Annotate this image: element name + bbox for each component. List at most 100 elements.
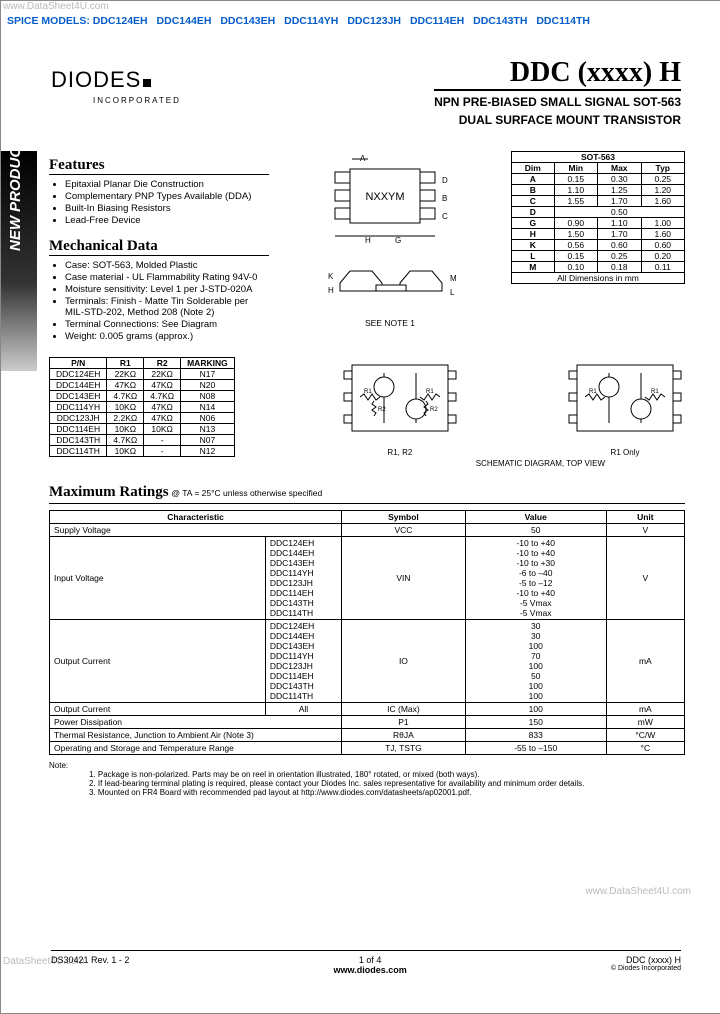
diodes-logo: DIODES [51,67,149,93]
mech-item: Weight: 0.005 grams (approx.) [65,331,269,342]
svg-text:R1: R1 [426,389,434,395]
max-ratings-heading: Maximum Ratings [49,484,169,501]
row-temp-val: -55 to –150 [465,742,606,755]
doc-part-title: DDC (xxxx) H [434,57,681,91]
row-power-sym: P1 [342,716,466,729]
row-input-unit: V [606,537,684,620]
row-outc-vals: 30301007010050100100 [465,620,606,703]
row-therm-val: 833 [465,729,606,742]
spice-model-link[interactable]: DDC123JH [347,15,401,27]
row-outc-char: Output Current [50,620,266,703]
footer-copyright: © Diodes Incorporated [611,965,681,972]
row-power-val: 150 [465,716,606,729]
features-list: Epitaxial Planar Die ConstructionComplem… [49,179,269,226]
row-supply-sym: VCC [342,524,466,537]
row-outc-sym: IO [342,620,466,703]
spice-model-link[interactable]: DDC143EH [220,15,275,27]
spice-models-line: SPICE MODELS: DDC124EH DDC144EH DDC143EH… [7,15,596,27]
row-outmax-unit: mA [606,703,684,716]
svg-text:D: D [442,176,448,185]
row-outmax-val: 100 [465,703,606,716]
svg-text:G: G [395,236,401,245]
max-ratings-conditions: @ TA = 25°C unless otherwise specified [171,488,322,498]
schematic-title: SCHEMATIC DIAGRAM, TOP VIEW [49,459,605,468]
svg-text:R1: R1 [651,389,659,395]
maximum-ratings-table: CharacteristicSymbolValueUnit Supply Vol… [49,510,685,755]
row-input-sym: VIN [342,537,466,620]
row-outmax-sym: IC (Max) [342,703,466,716]
spice-model-link[interactable]: DDC144EH [157,15,212,27]
spice-model-link[interactable]: DDC114YH [284,15,338,27]
mech-item: Case material - UL Flammability Rating 9… [65,272,269,283]
row-power-char: Power Dissipation [50,716,342,729]
note-item: 1. Package is non-polarized. Parts may b… [89,770,685,779]
row-temp-char: Operating and Storage and Temperature Ra… [50,742,342,755]
diodes-logo-sub: INCORPORATED [93,96,181,105]
row-outmax-sub: All [265,703,341,716]
footer-page-num: 1 of 4 [334,955,407,965]
notes-label: Note: [49,761,68,770]
svg-text:H: H [365,236,371,245]
row-input-vals: -10 to +40-10 to +40-10 to +30-6 to –40-… [465,537,606,620]
schematic-label-r1: R1 Only [565,448,685,457]
schematic-r1-only: R1 R1 [565,357,685,443]
features-heading: Features [49,157,269,175]
feature-item: Epitaxial Planar Die Construction [65,179,269,190]
feature-item: Complementary PNP Types Available (DDA) [65,191,269,202]
spice-model-link[interactable]: DDC114EH [410,15,464,27]
row-outc-unit: mA [606,620,684,703]
row-input-parts: DDC124EHDDC144EHDDC143EHDDC114YHDDC123JH… [265,537,341,620]
schematic-label-r1r2: R1, R2 [255,448,545,457]
row-input-char: Input Voltage [50,537,266,620]
dims-title: SOT-563 [512,152,685,163]
row-supply-val: 50 [465,524,606,537]
dimensions-table: SOT-563 DimMinMaxTyp A0.150.300.25B1.101… [511,151,685,284]
row-temp-unit: °C [606,742,684,755]
doc-title-block: DDC (xxxx) H NPN PRE-BIASED SMALL SIGNAL… [434,57,681,127]
svg-text:L: L [450,288,455,297]
doc-subtitle-1: NPN PRE-BIASED SMALL SIGNAL SOT-563 [434,95,681,109]
svg-text:R2: R2 [378,407,386,413]
svg-text:M: M [450,274,457,283]
see-note-1: SEE NOTE 1 [281,318,499,328]
mech-item: Case: SOT-563, Molded Plastic [65,260,269,271]
row-supply-unit: V [606,524,684,537]
row-outmax-char: Output Current [50,703,266,716]
feature-item: Lead-Free Device [65,215,269,226]
svg-text:K: K [328,272,334,281]
doc-subtitle-2: DUAL SURFACE MOUNT TRANSISTOR [434,113,681,127]
package-side-diagram: KH ML [310,253,470,313]
mech-item: Terminal Connections: See Diagram [65,319,269,330]
package-outline-diagram: NXXYM AD BC HG [310,151,470,251]
svg-text:C: C [442,212,448,221]
svg-text:R1: R1 [364,389,372,395]
row-temp-sym: TJ, TSTG [342,742,466,755]
row-outc-parts: DDC124EHDDC144EHDDC143EHDDC114YHDDC123JH… [265,620,341,703]
spice-label: SPICE MODELS: [7,15,90,27]
new-product-label: NEW PRODUCT [7,51,24,251]
svg-text:NXXYM: NXXYM [365,191,404,203]
watermark-url: www.DataSheet4U.com [3,1,109,12]
footer-url: www.diodes.com [334,965,407,975]
watermark-url-2: www.DataSheet4U.com [585,886,691,897]
svg-text:R2: R2 [430,407,438,413]
row-power-unit: mW [606,716,684,729]
spice-model-link[interactable]: DDC114TH [536,15,590,27]
mechanical-list: Case: SOT-563, Molded PlasticCase materi… [49,260,269,342]
page-footer: DS30421 Rev. 1 - 2 1 of 4 www.diodes.com… [51,950,681,975]
notes-section: Note: 1. Package is non-polarized. Parts… [49,761,685,797]
note-item: 2. If lead-bearing terminal plating is r… [89,779,685,788]
svg-text:H: H [328,286,334,295]
spice-model-link[interactable]: DDC124EH [93,15,148,27]
svg-text:B: B [442,194,447,203]
svg-text:R1: R1 [589,389,597,395]
row-therm-char: Thermal Resistance, Junction to Ambient … [50,729,342,742]
spice-model-link[interactable]: DDC143TH [473,15,527,27]
mech-item: Terminals: Finish - Matte Tin Solderable… [65,296,269,318]
note-item: 3. Mounted on FR4 Board with recommended… [89,788,685,797]
row-supply-char: Supply Voltage [50,524,342,537]
footer-part: DDC (xxxx) H [611,955,681,965]
mechanical-heading: Mechanical Data [49,238,269,256]
row-therm-sym: RθJA [342,729,466,742]
row-therm-unit: °C/W [606,729,684,742]
